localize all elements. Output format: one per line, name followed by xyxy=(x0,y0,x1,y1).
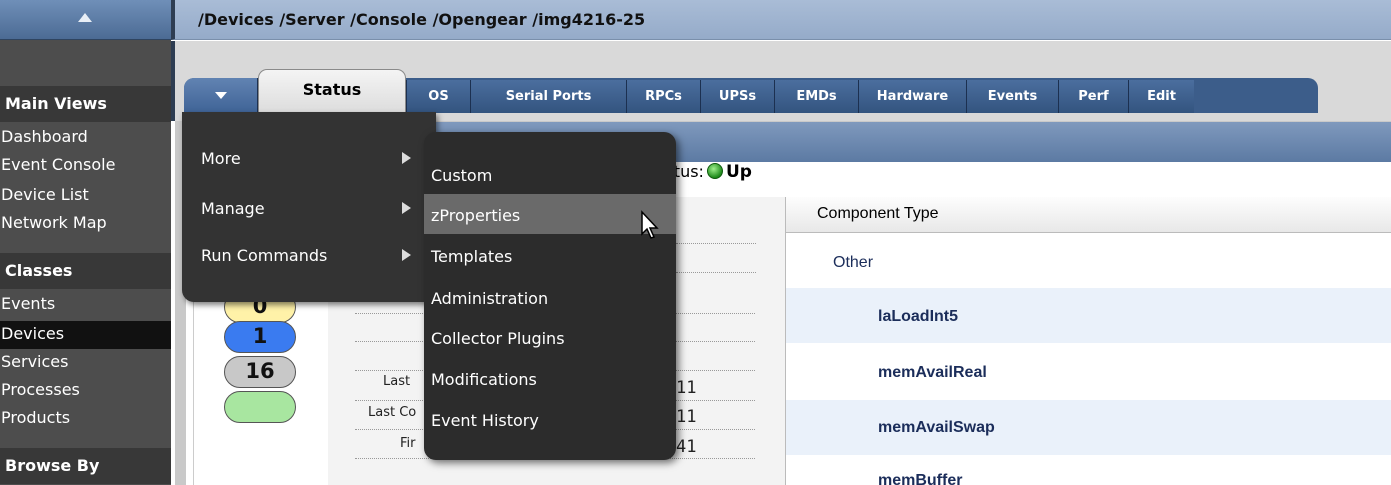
menu-item-more[interactable]: More xyxy=(201,149,241,168)
event-count-clear[interactable] xyxy=(224,391,296,423)
table-row[interactable]: laLoadInt5 xyxy=(786,288,1391,343)
sidebar-item-processes[interactable]: Processes xyxy=(0,377,171,405)
tab-os[interactable]: OS xyxy=(406,80,470,113)
sidebar-item-products[interactable]: Products xyxy=(0,405,171,433)
component-name[interactable]: memBuffer xyxy=(878,472,962,485)
detail-value: 41 xyxy=(676,437,697,457)
sidebar-item-dashboard[interactable]: Dashboard xyxy=(0,124,171,152)
main-views-heading: Main Views xyxy=(0,86,171,122)
tab-rpcs[interactable]: RPCs xyxy=(626,80,700,113)
divider xyxy=(676,243,756,244)
sidebar-item-event-console[interactable]: Event Console xyxy=(0,152,171,180)
tab-menu-button[interactable] xyxy=(184,78,258,113)
status-value: Up xyxy=(725,162,752,182)
tab-upss[interactable]: UPSs xyxy=(700,80,774,113)
collapse-up-icon xyxy=(78,13,92,22)
chevron-right-icon xyxy=(402,202,411,214)
event-count-debug[interactable]: 16 xyxy=(224,356,296,388)
sidebar: Main Views Dashboard Event Console Devic… xyxy=(0,0,171,485)
tab-emds[interactable]: EMDs xyxy=(774,80,858,113)
sidebar-item-devices[interactable]: Devices xyxy=(0,321,171,349)
chevron-right-icon xyxy=(402,152,411,164)
chevron-down-icon xyxy=(215,92,227,99)
status-up-icon xyxy=(706,163,723,179)
submenu-item-collector-plugins[interactable]: Collector Plugins xyxy=(431,329,565,348)
submenu-item-modifications[interactable]: Modifications xyxy=(431,370,537,389)
table-row[interactable]: memBuffer xyxy=(786,455,1391,485)
menu-item-manage[interactable]: Manage xyxy=(201,199,265,218)
detail-label: Last xyxy=(383,374,411,389)
tab-serial-ports[interactable]: Serial Ports xyxy=(470,80,626,113)
breadcrumb-bar: /Devices /Server /Console /Opengear /img… xyxy=(171,0,1391,40)
submenu-item-event-history[interactable]: Event History xyxy=(431,411,539,430)
tab-hardware[interactable]: Hardware xyxy=(858,80,966,113)
sidebar-item-network-map[interactable]: Network Map xyxy=(0,210,171,238)
group-label: Other xyxy=(833,254,874,271)
browse-by-heading: Browse By xyxy=(0,448,171,484)
sidebar-item-device-list[interactable]: Device List xyxy=(0,182,171,210)
sidebar-item-events[interactable]: Events xyxy=(0,291,171,319)
column-header-component-type[interactable]: Component Type xyxy=(786,197,1391,233)
submenu-item-templates[interactable]: Templates xyxy=(431,247,512,266)
breadcrumb[interactable]: /Devices /Server /Console /Opengear /img… xyxy=(198,10,645,29)
device-status: atus: Up xyxy=(664,162,752,182)
table-row[interactable]: memAvailReal xyxy=(786,343,1391,400)
divider xyxy=(676,272,756,273)
menu-item-run-commands[interactable]: Run Commands xyxy=(201,246,327,265)
submenu-item-administration[interactable]: Administration xyxy=(431,289,548,308)
detail-value: 11 xyxy=(676,378,697,398)
component-name[interactable]: laLoadInt5 xyxy=(878,308,958,326)
tab-events[interactable]: Events xyxy=(966,80,1058,113)
mouse-cursor-icon xyxy=(641,210,659,239)
tab-perf[interactable]: Perf xyxy=(1058,80,1128,113)
detail-label: Fir xyxy=(400,436,416,451)
sidebar-collapse-button[interactable] xyxy=(0,0,171,40)
submenu-item-custom[interactable]: Custom xyxy=(431,166,492,185)
sidebar-item-services[interactable]: Services xyxy=(0,349,171,377)
component-name[interactable]: memAvailSwap xyxy=(878,419,995,437)
component-table: Component Type Other laLoadInt5 memAvail… xyxy=(785,197,1391,485)
chevron-right-icon xyxy=(402,249,411,261)
group-row[interactable]: Other xyxy=(786,235,1391,288)
submenu-item-zproperties[interactable]: zProperties xyxy=(431,206,520,225)
table-row[interactable]: memAvailSwap xyxy=(786,400,1391,455)
tab-edit[interactable]: Edit xyxy=(1128,80,1194,113)
component-name[interactable]: memAvailReal xyxy=(878,364,987,382)
classes-heading: Classes xyxy=(0,253,171,289)
detail-value: 11 xyxy=(676,407,697,427)
detail-label: Last Co xyxy=(368,405,417,420)
tab-status[interactable]: Status xyxy=(258,69,406,114)
event-count-info[interactable]: 1 xyxy=(224,321,296,353)
